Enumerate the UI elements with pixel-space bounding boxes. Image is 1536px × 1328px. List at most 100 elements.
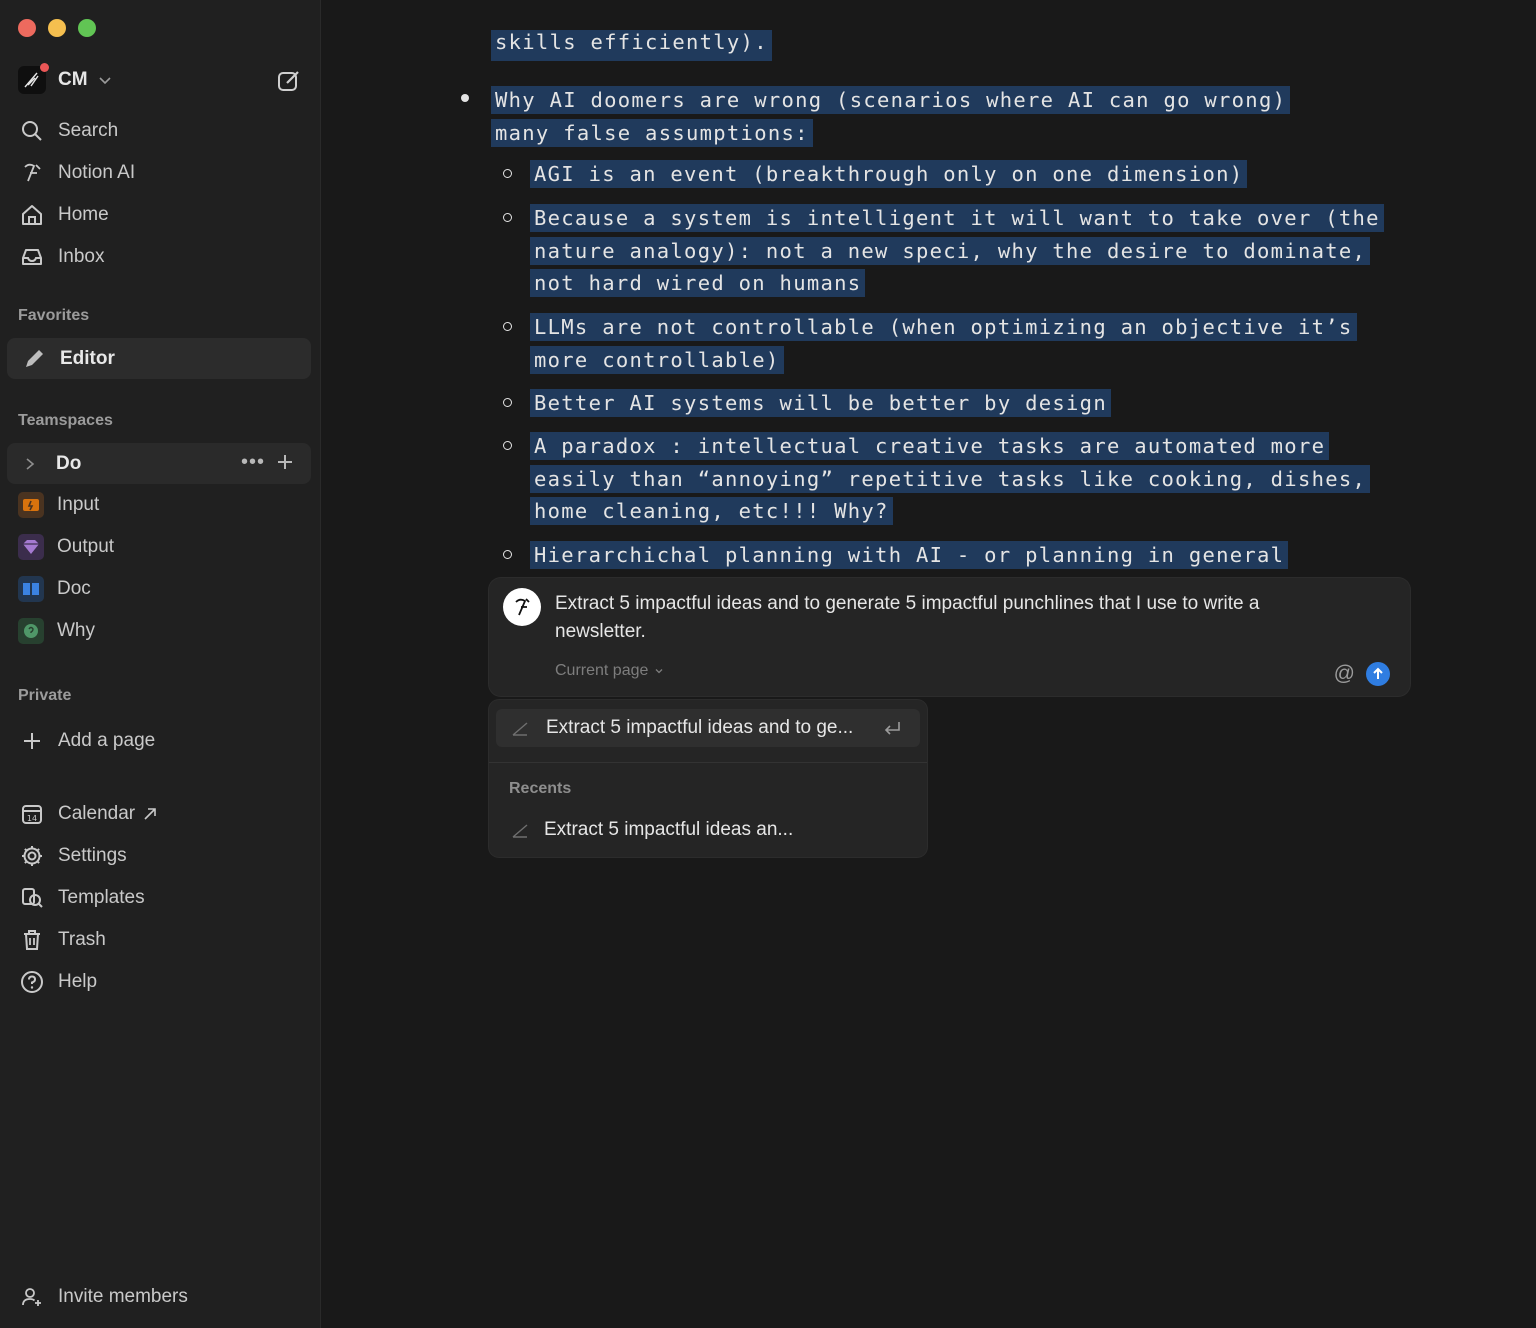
context-scope-label: Current page [555,662,649,679]
sidebar-item-label: Notion AI [58,162,136,183]
sidebar-page-doc[interactable]: Doc [18,572,91,606]
minimize-window-button[interactable] [48,19,66,37]
sidebar-item-settings[interactable]: Settings [18,839,127,873]
sidebar-item-label: Trash [58,929,106,950]
sidebar-item-search[interactable]: Search [18,114,118,148]
ai-suggestions-menu: Extract 5 impactful ideas and to ge... R… [489,700,927,857]
recent-item[interactable]: Extract 5 impactful ideas an... [510,818,793,842]
pencil-icon [20,345,48,373]
teamspace-label: Do [56,452,82,474]
workspace-avatar [18,63,49,94]
sidebar: CM Search Notion AI Home Inbox Favorites… [0,0,321,1328]
invite-members-icon [18,1283,46,1311]
help-icon [18,968,46,996]
plus-icon[interactable] [274,451,296,473]
notion-ai-face-icon [515,598,530,616]
sidebar-item-label: Home [58,204,109,225]
more-options-icon[interactable]: ••• [241,451,265,474]
sidebar-item-label: Inbox [58,246,105,267]
sidebar-item-label: Doc [57,578,91,599]
sidebar-item-inbox[interactable]: Inbox [18,240,104,274]
sidebar-item-label: Help [58,971,98,992]
bullet-disc [461,94,469,102]
sidebar-item-label: Settings [58,845,127,866]
input-icon [18,492,44,518]
calendar-icon: 14 [18,800,46,828]
sidebar-item-label: Templates [58,887,145,908]
add-page-label: Add a page [58,730,156,751]
sidebar-item-label: Search [58,120,119,141]
chevron-right-icon[interactable] [24,457,40,471]
sidebar-item-label: Calendar [58,803,136,824]
recent-item-label: Extract 5 impactful ideas an... [544,819,794,840]
add-page-button[interactable]: Add a page [18,724,155,758]
sidebar-item-label: Why [57,620,95,641]
zoom-window-button[interactable] [78,19,96,37]
inbox-icon [18,243,46,271]
list-item-text: AGI is an event (breakthrough only on on… [530,160,1248,188]
quill-icon [24,72,39,88]
divider [489,762,927,763]
close-window-button[interactable] [18,19,36,37]
workspace-name: CM [58,69,88,90]
bullet-circle [503,441,512,450]
gem-icon [18,534,44,560]
suggestion-item[interactable]: Extract 5 impactful ideas and to ge... [496,709,920,747]
page-content: skills efficiently). Why AI doomers are … [321,0,1536,1328]
trash-icon [18,926,46,954]
list-item-text: LLMs are not controllable (when optimizi… [530,313,1357,374]
send-button[interactable] [1366,662,1390,686]
private-section-label: Private [18,687,72,704]
sidebar-page-why[interactable]: Why [18,614,95,648]
new-page-icon[interactable] [276,68,302,94]
notion-ai-icon [18,159,46,187]
list-item-text: Hierarchichal planning with AI - or plan… [530,541,1289,569]
sidebar-item-label: Output [57,536,115,557]
list-item-text: Better AI systems will be better by desi… [530,389,1111,417]
sidebar-item-editor[interactable]: Editor [7,338,311,379]
sidebar-item-home[interactable]: Home [18,198,109,232]
context-scope-selector[interactable]: Current page [555,662,664,680]
ai-prompt-text[interactable]: Extract 5 impactful ideas and to generat… [555,590,1345,646]
home-icon [18,201,46,229]
plus-icon [18,727,46,755]
book-icon [18,576,44,602]
sidebar-page-output[interactable]: Output [18,530,114,564]
sidebar-item-label: Editor [60,347,115,369]
ai-prompt-box[interactable]: Extract 5 impactful ideas and to generat… [489,578,1410,696]
sidebar-item-templates[interactable]: Templates [18,881,145,915]
sidebar-item-help[interactable]: Help [18,965,97,999]
invite-members-label: Invite members [58,1286,188,1307]
suggestion-label: Extract 5 impactful ideas and to ge... [546,717,854,738]
external-link-icon [144,808,156,820]
sidebar-item-notion-ai[interactable]: Notion AI [18,156,135,190]
sidebar-item-trash[interactable]: Trash [18,923,106,957]
pencil-line-icon [512,824,528,838]
teamspaces-section-label: Teamspaces [18,412,113,429]
mention-button[interactable]: @ [1334,662,1355,686]
arrow-up-icon [1373,667,1383,679]
search-icon [18,117,46,145]
bullet-circle [503,213,512,222]
window-controls [18,19,96,37]
settings-icon [18,842,46,870]
teamspace-do[interactable]: Do ••• [7,443,311,484]
chevron-down-icon [655,669,663,674]
enter-key-icon [884,722,900,735]
invite-members-button[interactable]: Invite members [18,1280,188,1314]
recents-label: Recents [509,780,572,797]
bullet-circle [503,398,512,407]
bullet-circle [503,322,512,331]
sidebar-item-calendar[interactable]: 14 Calendar [18,797,157,831]
notion-ai-avatar [503,588,541,626]
list-item-text: A paradox : intellectual creative tasks … [530,432,1371,525]
notification-dot [40,63,49,72]
partial-text-line: skills efficiently). [491,30,772,68]
list-item-text: Because a system is intelligent it will … [530,204,1384,297]
workspace-switcher[interactable]: CM [18,62,112,98]
sidebar-item-label: Input [57,494,100,515]
calendar-badge: 14 [27,814,37,823]
favorites-section-label: Favorites [18,307,90,324]
sidebar-page-input[interactable]: Input [18,488,99,522]
templates-icon [18,884,46,912]
